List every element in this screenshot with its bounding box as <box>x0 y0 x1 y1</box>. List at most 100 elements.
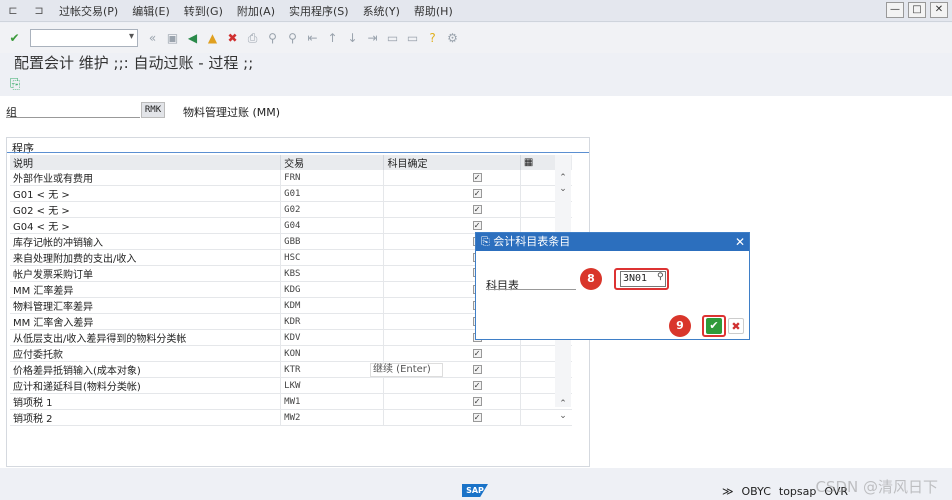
row-transaction: GBB <box>280 233 385 251</box>
first-page-icon[interactable]: ⇤ <box>304 30 321 47</box>
account-determination-checkbox[interactable]: ✓ <box>472 221 482 231</box>
standard-toolbar: ✔ « ▣ ◀ ▲ ✖ ⎙ ⚲ ⚲ ⇤ ↑ ↓ ⇥ ▭ ▭ ? ⚙ <box>0 23 952 53</box>
back-icon[interactable]: ◀ <box>184 30 201 47</box>
status-transaction: OBYC <box>741 485 771 498</box>
column-header-account-determination[interactable]: 科目确定 <box>383 155 521 170</box>
account-determination-checkbox[interactable]: ✓ <box>472 173 482 183</box>
row-transaction: KTR <box>280 361 385 379</box>
column-header-transaction[interactable]: 交易 <box>280 155 385 170</box>
new-session-icon[interactable]: ▭ <box>384 30 401 47</box>
cancel-icon[interactable]: ✖ <box>224 30 241 47</box>
page-title: 配置会计 维护 ;;: 自动过账 - 过程 ;; <box>14 54 254 72</box>
chart-of-accounts-label-underline <box>486 289 576 290</box>
exit-icon[interactable]: ▲ <box>204 30 221 47</box>
row-description: 销项税 2 <box>10 409 282 427</box>
transaction-menu-icon[interactable]: ⊐ <box>26 4 52 17</box>
status-server: topsap <box>778 485 817 498</box>
save-icon[interactable]: ▣ <box>164 30 181 47</box>
table-row[interactable]: 应付委托款 KON ✓ <box>10 345 572 363</box>
row-description: 库存记帐的冲销输入 <box>10 233 282 251</box>
row-description: G04 < 无 > <box>10 217 282 235</box>
group-value: RMK <box>141 102 165 118</box>
account-determination-checkbox[interactable]: ✓ <box>472 381 482 391</box>
row-description: 价格差异抵销输入(成本对象) <box>10 361 282 379</box>
row-transaction: HSC <box>280 249 385 267</box>
account-determination-checkbox[interactable]: ✓ <box>472 413 482 423</box>
row-description: 从低层支出/收入差异得到的物料分类帐 <box>10 329 282 347</box>
account-determination-checkbox[interactable]: ✓ <box>472 349 482 359</box>
row-description: 帐户发票采购订单 <box>10 265 282 283</box>
account-determination-checkbox[interactable]: ✓ <box>472 365 482 375</box>
highlight-input <box>614 268 669 290</box>
print-icon[interactable]: ⎙ <box>244 30 261 47</box>
row-description: MM 汇率差异 <box>10 281 282 299</box>
row-account-determination: ✓ <box>383 409 521 427</box>
settings-icon[interactable]: ⚙ <box>444 30 461 47</box>
column-header-description[interactable]: 说明 <box>10 155 282 170</box>
account-determination-checkbox[interactable]: ✓ <box>472 397 482 407</box>
step-marker-9: 9 <box>669 315 691 337</box>
table-row[interactable]: G02 < 无 > G02 ✓ <box>10 201 572 219</box>
row-transaction: LKW <box>280 377 385 395</box>
help-icon[interactable]: ? <box>424 30 441 47</box>
last-page-icon[interactable]: ⇥ <box>364 30 381 47</box>
enter-icon[interactable]: ✔ <box>6 30 23 47</box>
command-field[interactable] <box>30 29 138 47</box>
menu-item-posting[interactable]: 过帐交易(P) <box>52 3 125 19</box>
status-expand-icon[interactable]: ≫ <box>722 485 734 498</box>
scroll-down-bottom-icon[interactable]: ⌄ <box>555 411 571 421</box>
account-determination-checkbox[interactable]: ✓ <box>472 205 482 215</box>
menu-item-help[interactable]: 帮助(H) <box>407 3 460 19</box>
prev-page-icon[interactable]: ↑ <box>324 30 341 47</box>
menu-item-edit[interactable]: 编辑(E) <box>125 3 177 19</box>
dialog-close-icon[interactable]: ✕ <box>735 233 745 251</box>
row-description: 销项税 1 <box>10 393 282 411</box>
menu-item-goto[interactable]: 转到(G) <box>177 3 230 19</box>
procedures-title: 程序 <box>12 142 34 155</box>
group-label-underline <box>6 117 140 118</box>
table-row[interactable]: 价格差异抵销输入(成本对象) KTR ✓ <box>10 361 572 379</box>
cancel-dialog-button[interactable]: ✖ <box>728 318 744 334</box>
row-account-determination: ✓ <box>383 345 521 363</box>
row-account-determination: ✓ <box>383 377 521 395</box>
table-row[interactable]: 销项税 2 MW2 ✓ <box>10 409 572 427</box>
row-description: 物料管理汇率差异 <box>10 297 282 315</box>
row-transaction: G01 <box>280 185 385 203</box>
maximize-button[interactable]: □ <box>908 2 926 18</box>
confirm-button[interactable]: ✔ <box>706 318 722 334</box>
dialog-icon: ⎘ <box>481 235 494 248</box>
row-transaction: KDM <box>280 297 385 315</box>
system-menu-icon[interactable]: ⊏ <box>0 4 26 17</box>
scroll-down-icon[interactable]: ⌄ <box>555 184 571 194</box>
dialog-header: ⎘ 会计科目表条目 ✕ <box>476 233 749 251</box>
scroll-up-bottom-icon[interactable]: ⌃ <box>555 399 571 409</box>
row-description: G01 < 无 > <box>10 185 282 203</box>
row-transaction: KDR <box>280 313 385 331</box>
row-transaction: KDG <box>280 281 385 299</box>
chart-of-accounts-dialog: ⎘ 会计科目表条目 ✕ 科目表 3N01 ⚲ 8 9 ✔ ✖ <box>475 232 750 340</box>
minimize-button[interactable]: — <box>886 2 904 18</box>
close-window-button[interactable]: ✕ <box>930 2 948 18</box>
account-determination-checkbox[interactable]: ✓ <box>472 189 482 199</box>
back-double-icon[interactable]: « <box>144 30 161 47</box>
chart-of-accounts-label: 科目表 <box>486 279 519 292</box>
menu-item-extras[interactable]: 附加(A) <box>230 3 282 19</box>
row-description: 来自处理附加费的支出/收入 <box>10 249 282 267</box>
scroll-up-icon[interactable]: ⌃ <box>555 173 571 183</box>
shortcut-icon[interactable]: ▭ <box>404 30 421 47</box>
other-object-icon[interactable]: ⎘ <box>10 77 20 92</box>
row-transaction: KDV <box>280 329 385 347</box>
table-row[interactable]: 应计和递延科目(物料分类帐) LKW ✓ <box>10 377 572 395</box>
next-page-icon[interactable]: ↓ <box>344 30 361 47</box>
table-row[interactable]: G01 < 无 > G01 ✓ <box>10 185 572 203</box>
find-next-icon[interactable]: ⚲ <box>284 30 301 47</box>
group-description: 物料管理过账 (MM) <box>183 106 281 119</box>
menu-item-system[interactable]: 系统(Y) <box>356 3 407 19</box>
menu-item-utilities[interactable]: 实用程序(S) <box>282 3 356 19</box>
menu-bar: ⊏ ⊐ 过帐交易(P) 编辑(E) 转到(G) 附加(A) 实用程序(S) 系统… <box>0 0 952 22</box>
table-row[interactable]: 外部作业或有费用 FRN ✓ <box>10 170 572 187</box>
row-description: G02 < 无 > <box>10 201 282 219</box>
table-row[interactable]: 销项税 1 MW1 ✓ <box>10 393 572 411</box>
step-marker-8: 8 <box>580 268 602 290</box>
find-icon[interactable]: ⚲ <box>264 30 281 47</box>
